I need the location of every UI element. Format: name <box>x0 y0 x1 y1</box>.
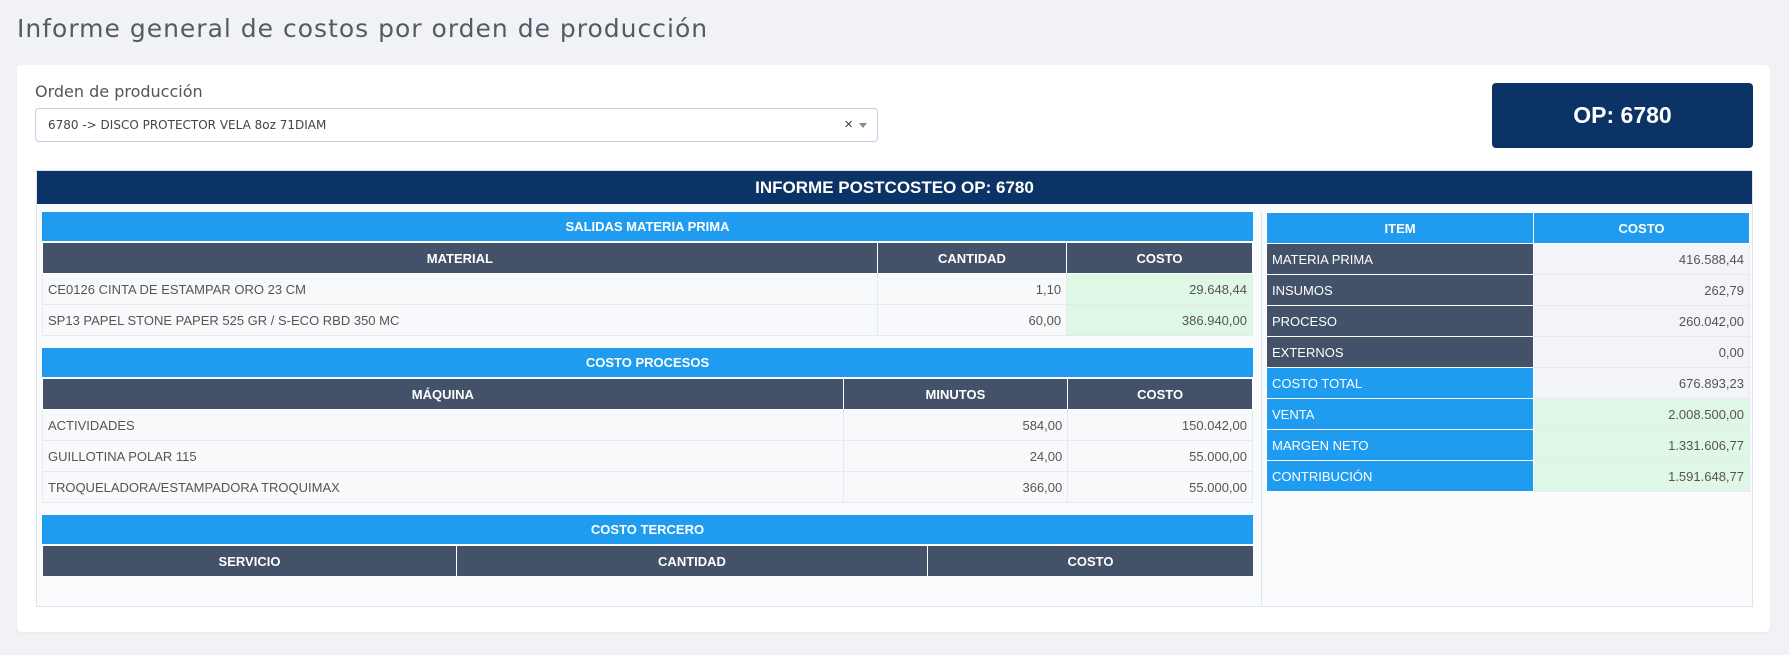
col-header-cantidad: CANTIDAD <box>456 545 928 577</box>
cell-costo: 386.940,00 <box>1066 304 1253 336</box>
table-row: MATERIA PRIMA 416.588,44 <box>1265 243 1750 275</box>
postcost-report: INFORME POSTCOSTEO OP: 6780 SALIDAS MATE… <box>36 170 1753 607</box>
summary-value: 260.042,00 <box>1533 305 1750 337</box>
op-select[interactable]: 6780 -> DISCO PROTECTOR VELA 8oz 71DIAM … <box>35 108 878 142</box>
cell-maquina: GUILLOTINA POLAR 115 <box>42 440 844 472</box>
col-header-costo: COSTO <box>927 545 1254 577</box>
cell-minutos: 584,00 <box>842 409 1069 441</box>
materia-prima-table: MATERIAL CANTIDAD COSTO CE0126 CINTA DE … <box>42 242 1253 336</box>
summary-value: 1.591.648,77 <box>1533 460 1750 492</box>
col-header-costo: COSTO <box>1067 378 1253 410</box>
section-procesos-title: COSTO PROCESOS <box>42 348 1253 378</box>
op-badge: OP: 6780 <box>1492 83 1753 148</box>
section-materia-prima-title: SALIDAS MATERIA PRIMA <box>42 212 1253 242</box>
table-row: INSUMOS 262,79 <box>1265 274 1750 306</box>
table-row: MARGEN NETO 1.331.606,77 <box>1265 429 1750 461</box>
summary-label: VENTA <box>1265 398 1535 430</box>
col-header-maquina: MÁQUINA <box>42 378 844 410</box>
section-tercero-title: COSTO TERCERO <box>42 515 1253 545</box>
cell-minutos: 366,00 <box>842 471 1069 503</box>
summary-value: 416.588,44 <box>1533 243 1750 275</box>
table-row: GUILLOTINA POLAR 115 24,00 55.000,00 <box>42 440 1253 472</box>
cell-costo: 150.042,00 <box>1067 409 1253 441</box>
cell-material: SP13 PAPEL STONE PAPER 525 GR / S-ECO RB… <box>42 304 878 336</box>
report-card: Orden de producción 6780 -> DISCO PROTEC… <box>17 65 1770 632</box>
cell-costo: 55.000,00 <box>1067 471 1253 503</box>
cell-maquina: TROQUELADORA/ESTAMPADORA TROQUIMAX <box>42 471 844 503</box>
page-title: Informe general de costos por orden de p… <box>17 14 709 43</box>
summary-value: 1.331.606,77 <box>1533 429 1750 461</box>
cell-maquina: ACTIVIDADES <box>42 409 844 441</box>
chevron-down-icon[interactable] <box>859 123 867 128</box>
col-header-item: ITEM <box>1265 212 1535 244</box>
detail-column: SALIDAS MATERIA PRIMA MATERIAL CANTIDAD … <box>42 212 1254 577</box>
summary-label: PROCESO <box>1265 305 1535 337</box>
col-header-costo: COSTO <box>1066 242 1253 274</box>
summary-label: MARGEN NETO <box>1265 429 1535 461</box>
col-header-minutos: MINUTOS <box>842 378 1069 410</box>
op-select-label: Orden de producción <box>35 82 203 101</box>
col-header-servicio: SERVICIO <box>42 545 457 577</box>
summary-value: 0,00 <box>1533 336 1750 368</box>
cell-material: CE0126 CINTA DE ESTAMPAR ORO 23 CM <box>42 273 878 305</box>
procesos-table: MÁQUINA MINUTOS COSTO ACTIVIDADES 584,00… <box>42 378 1253 503</box>
table-row: ACTIVIDADES 584,00 150.042,00 <box>42 409 1253 441</box>
cell-costo: 55.000,00 <box>1067 440 1253 472</box>
cell-cantidad: 60,00 <box>876 304 1068 336</box>
col-header-material: MATERIAL <box>42 242 878 274</box>
report-title: INFORME POSTCOSTEO OP: 6780 <box>37 171 1752 204</box>
table-row: TROQUELADORA/ESTAMPADORA TROQUIMAX 366,0… <box>42 471 1253 503</box>
col-header-cantidad: CANTIDAD <box>876 242 1068 274</box>
col-header-costo: COSTO <box>1533 212 1750 244</box>
summary-value: 262,79 <box>1533 274 1750 306</box>
summary-table: ITEM COSTO MATERIA PRIMA 416.588,44 INSU… <box>1265 212 1750 492</box>
table-row: CONTRIBUCIÓN 1.591.648,77 <box>1265 460 1750 492</box>
clear-icon[interactable]: × <box>844 116 853 133</box>
table-row: PROCESO 260.042,00 <box>1265 305 1750 337</box>
cell-minutos: 24,00 <box>842 440 1069 472</box>
table-row: VENTA 2.008.500,00 <box>1265 398 1750 430</box>
op-select-value[interactable]: 6780 -> DISCO PROTECTOR VELA 8oz 71DIAM <box>48 118 326 132</box>
cell-costo: 29.648,44 <box>1066 273 1253 305</box>
summary-label: COSTO TOTAL <box>1265 367 1535 399</box>
table-row: EXTERNOS 0,00 <box>1265 336 1750 368</box>
table-row: COSTO TOTAL 676.893,23 <box>1265 367 1750 399</box>
summary-column: ITEM COSTO MATERIA PRIMA 416.588,44 INSU… <box>1261 212 1750 607</box>
summary-value: 2.008.500,00 <box>1533 398 1750 430</box>
summary-label: EXTERNOS <box>1265 336 1535 368</box>
table-row: CE0126 CINTA DE ESTAMPAR ORO 23 CM 1,10 … <box>42 273 1253 305</box>
summary-label: CONTRIBUCIÓN <box>1265 460 1535 492</box>
table-row: SP13 PAPEL STONE PAPER 525 GR / S-ECO RB… <box>42 304 1253 336</box>
cell-cantidad: 1,10 <box>876 273 1068 305</box>
summary-label: INSUMOS <box>1265 274 1535 306</box>
summary-label: MATERIA PRIMA <box>1265 243 1535 275</box>
summary-value: 676.893,23 <box>1533 367 1750 399</box>
tercero-table: SERVICIO CANTIDAD COSTO <box>42 545 1254 577</box>
